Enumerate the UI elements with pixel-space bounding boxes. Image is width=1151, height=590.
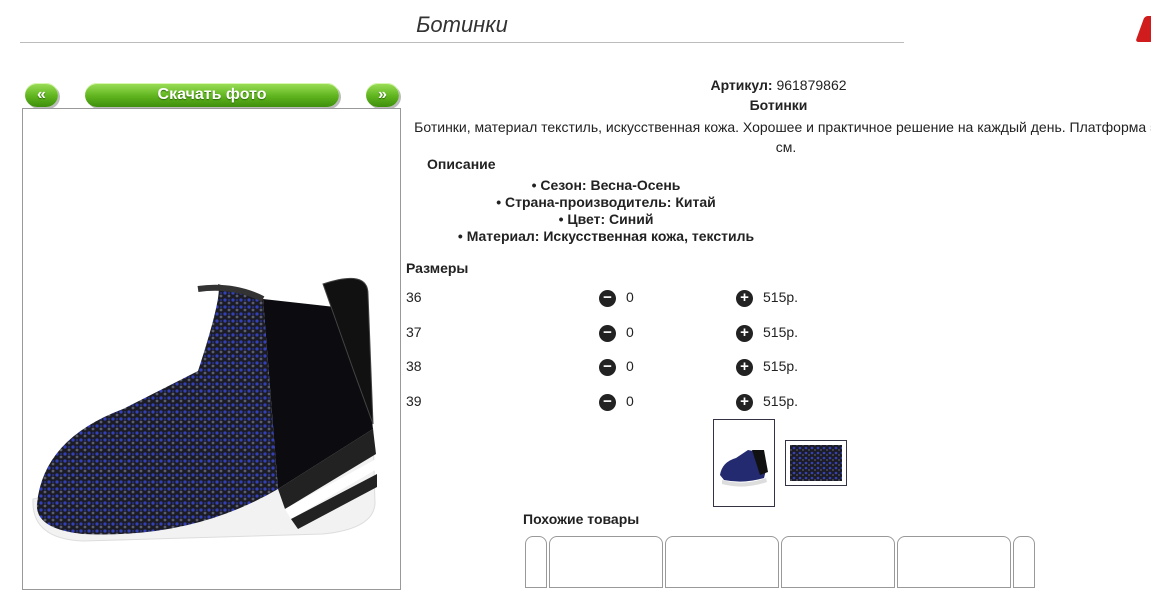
plus-icon[interactable]: + — [736, 290, 753, 307]
product-description: Ботинки, материал текстиль, искусственна… — [414, 119, 1151, 155]
photo-thumbnail-1[interactable] — [713, 419, 775, 507]
list-item: Сезон: Весна-Осень — [406, 177, 806, 194]
size-row: 36 − 0 + 515р. — [406, 289, 906, 309]
sku-label: Артикул: — [710, 77, 773, 93]
description-heading: Описание — [427, 156, 496, 172]
price-value: 515р. — [763, 324, 799, 340]
size-label: 39 — [406, 393, 422, 409]
similar-scroll-right[interactable] — [1013, 536, 1035, 588]
list-item: Материал: Искусственная кожа, текстиль — [406, 228, 806, 245]
price-value: 515р. — [763, 393, 799, 409]
quantity-value: 0 — [626, 289, 634, 305]
photo-thumbnail-2[interactable] — [785, 440, 847, 486]
prev-photo-button[interactable]: « — [25, 83, 58, 107]
plus-icon[interactable]: + — [736, 394, 753, 411]
size-row: 37 − 0 + 515р. — [406, 324, 906, 344]
similar-product-card[interactable] — [549, 536, 663, 588]
similar-products-heading: Похожие товары — [523, 511, 640, 527]
corner-logo-mark — [1135, 16, 1151, 42]
minus-icon[interactable]: − — [599, 394, 616, 411]
quantity-value: 0 — [626, 358, 634, 374]
product-name: Ботинки — [749, 97, 808, 113]
minus-icon[interactable]: − — [599, 359, 616, 376]
quantity-value: 0 — [626, 324, 634, 340]
size-row: 38 − 0 + 515р. — [406, 358, 906, 378]
size-label: 37 — [406, 324, 422, 340]
price-value: 515р. — [763, 289, 799, 305]
price-value: 515р. — [763, 358, 799, 374]
page-title: Ботинки — [20, 10, 904, 43]
similar-product-card[interactable] — [665, 536, 779, 588]
minus-icon[interactable]: − — [599, 325, 616, 342]
size-row: 39 − 0 + 515р. — [406, 393, 906, 413]
similar-product-card[interactable] — [781, 536, 895, 588]
main-product-photo — [22, 108, 401, 590]
list-item: Цвет: Синий — [406, 211, 806, 228]
sku-value: 961879862 — [776, 77, 847, 93]
sizes-heading: Размеры — [406, 260, 469, 276]
next-photo-button[interactable]: » — [366, 83, 399, 107]
minus-icon[interactable]: − — [599, 290, 616, 307]
size-label: 38 — [406, 358, 422, 374]
download-photo-button[interactable]: Скачать фото — [85, 83, 339, 107]
list-item: Страна-производитель: Китай — [406, 194, 806, 211]
similar-scroll-left[interactable] — [525, 536, 547, 588]
size-label: 36 — [406, 289, 422, 305]
quantity-value: 0 — [626, 393, 634, 409]
similar-product-card[interactable] — [897, 536, 1011, 588]
plus-icon[interactable]: + — [736, 359, 753, 376]
plus-icon[interactable]: + — [736, 325, 753, 342]
feature-list: Сезон: Весна-Осень Страна-производитель:… — [406, 177, 806, 245]
